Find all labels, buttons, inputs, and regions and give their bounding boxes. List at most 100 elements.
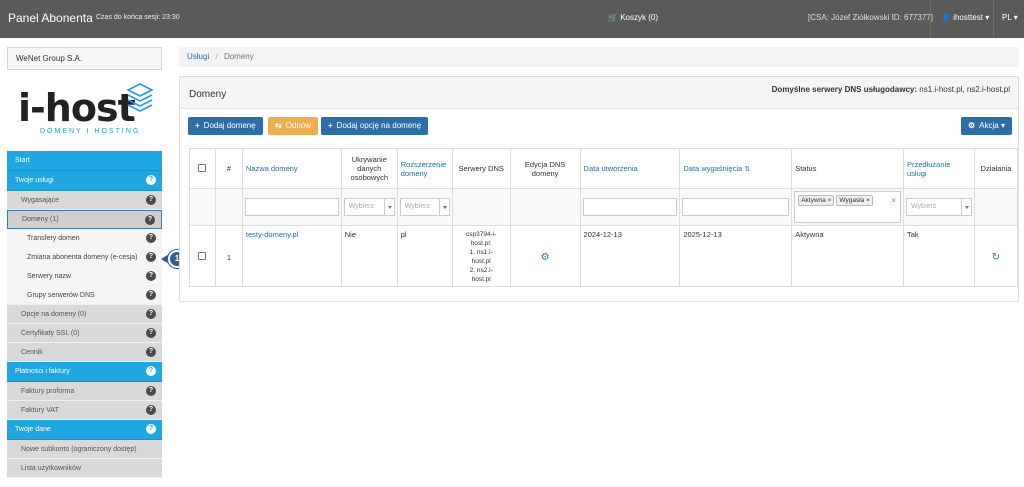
clear-status-icon[interactable]: ×: [891, 196, 896, 205]
header-status: Status: [791, 148, 904, 189]
layers-icon: [126, 83, 154, 112]
sidebar-item[interactable]: Grupy serwerów DNS?: [7, 286, 162, 305]
top-navbar: Panel Abonenta Czas do końca sesji: 23:3…: [0, 0, 1024, 38]
status-tag-label: Wygasła: [839, 197, 865, 204]
filter-cell: [189, 188, 216, 226]
sidebar-item[interactable]: Zmiana abonenta domeny (e-cesja)?: [7, 248, 162, 267]
header-expires[interactable]: Data wygaśnięcia ⇅: [679, 148, 793, 189]
help-icon[interactable]: ?: [146, 233, 156, 243]
extension-filter-placeholder: Wybierz: [404, 203, 430, 210]
remove-tag-icon[interactable]: ×: [866, 197, 870, 204]
user-menu[interactable]: 👤 ihosttest ▾: [941, 13, 989, 22]
add-domain-label: Dodaj domenę: [203, 121, 256, 130]
sidebar-item[interactable]: Opcje na domeny (0)?: [7, 305, 162, 324]
table-header-row: # Nazwa domeny Ukrywanie danych osobowyc…: [189, 148, 1019, 189]
help-icon[interactable]: ?: [146, 290, 156, 300]
sidebar-item[interactable]: Twoje dane?: [7, 420, 162, 440]
help-icon[interactable]: ?: [146, 195, 156, 205]
sidebar-item-label: Nowe subkonto (ograniczony dostęp): [21, 445, 137, 453]
domain-link[interactable]: testy-domeny.pl: [246, 230, 298, 239]
select-all-checkbox[interactable]: [198, 163, 207, 172]
expires-filter-input[interactable]: [682, 198, 790, 216]
row-select-cell[interactable]: [189, 225, 216, 287]
logo-wordmark: i-host: [18, 86, 136, 130]
header-expires-label: Data wygaśnięcia: [683, 164, 743, 173]
cart-link[interactable]: 🛒 Koszyk (0): [608, 13, 658, 22]
sidebar-nav: Start Twoje usługi? Wygasające? Domeny (1)?…: [7, 151, 162, 478]
sidebar-item[interactable]: Certyfikaty SSL (0)?: [7, 324, 162, 343]
plus-icon: +: [195, 121, 200, 130]
sidebar-item-label: Faktury proforma: [21, 387, 75, 395]
sidebar-item[interactable]: Płatności i faktury?: [7, 362, 162, 382]
sort-asc-icon[interactable]: ⇅: [744, 166, 750, 173]
sidebar-item[interactable]: Faktury proforma?: [7, 382, 162, 401]
refresh-icon[interactable]: ↻: [992, 252, 1000, 263]
add-domain-button[interactable]: + Dodaj domenę: [188, 117, 263, 135]
app-title[interactable]: Panel Abonenta: [8, 11, 93, 25]
row-actions-cell: ↻: [973, 225, 1019, 287]
company-name: WeNet Group S.A.: [7, 47, 162, 70]
header-select-all[interactable]: [189, 148, 216, 189]
help-icon[interactable]: ?: [146, 252, 156, 262]
sidebar-item-label: Twoje usługi: [15, 177, 54, 184]
sidebar-item[interactable]: Nowe subkonto (ograniczony dostęp): [7, 440, 162, 459]
dns-server-1-cont: host.pl: [471, 258, 491, 265]
sidebar-item[interactable]: Wygasające?: [7, 191, 162, 210]
breadcrumb-link-services[interactable]: Usługi: [187, 52, 209, 61]
domain-filter-input[interactable]: [244, 198, 339, 216]
remove-tag-icon[interactable]: ×: [828, 197, 832, 204]
breadcrumb-current: Domeny: [223, 52, 254, 61]
header-domain-name[interactable]: Nazwa domeny: [241, 148, 342, 189]
help-icon[interactable]: ?: [146, 405, 156, 415]
status-tag-expired[interactable]: Wygasła ×: [836, 195, 873, 206]
sidebar-item[interactable]: Serwery nazw?: [7, 267, 162, 286]
help-icon[interactable]: ?: [146, 309, 156, 319]
sidebar-item[interactable]: Cennik?: [7, 343, 162, 362]
filter-cell: [579, 188, 681, 226]
sidebar-item[interactable]: Start: [7, 151, 162, 171]
sidebar-item-label: Płatności i faktury: [15, 368, 70, 375]
chevron-down-icon: [383, 199, 394, 215]
header-extension[interactable]: Rozszerzenie domeny: [396, 148, 453, 189]
extend-filter-select[interactable]: Wybierz: [906, 198, 972, 216]
help-icon[interactable]: ?: [146, 347, 156, 357]
breadcrumb: Usługi / Domeny: [179, 47, 1019, 67]
header-extend[interactable]: Przedłużanie usługi: [903, 148, 975, 189]
sidebar-item[interactable]: Lista użytkowników: [7, 459, 162, 478]
cart-icon: 🛒: [608, 13, 618, 22]
help-icon[interactable]: ?: [146, 328, 156, 338]
navbar-divider: [993, 0, 994, 38]
filter-cell: [241, 188, 342, 226]
filter-cell: [973, 188, 1019, 226]
help-icon[interactable]: ?: [146, 271, 156, 281]
renew-button[interactable]: ⇆ Odnów: [268, 117, 319, 135]
language-menu[interactable]: PL ▾: [1002, 13, 1018, 22]
dns-group-name: csp3794-i-host.pl:: [466, 231, 497, 247]
help-icon[interactable]: ?: [145, 215, 155, 225]
sidebar-item[interactable]: Domeny (1)?: [7, 210, 162, 229]
user-icon: 👤: [941, 13, 951, 22]
created-filter-input[interactable]: [582, 198, 678, 216]
status-tag-active[interactable]: Aktywna ×: [798, 195, 835, 206]
i-host-logo[interactable]: i-host DOMENY I HOSTING: [14, 78, 159, 140]
header-created[interactable]: Data utworzenia: [579, 148, 681, 189]
add-option-button[interactable]: + Dodaj opcję na domenę: [321, 117, 429, 135]
sidebar-item[interactable]: Transfery domen?: [7, 229, 162, 248]
filter-cell: [679, 188, 793, 226]
help-icon[interactable]: ?: [146, 366, 156, 376]
sidebar-item[interactable]: Faktury VAT?: [7, 401, 162, 420]
cart-label: Koszyk (0): [620, 13, 658, 22]
extension-filter-select[interactable]: Wybierz: [399, 198, 450, 216]
help-icon[interactable]: ?: [146, 175, 156, 185]
row-checkbox[interactable]: [198, 252, 207, 260]
row-dns-edit-cell: ⚙: [509, 225, 581, 287]
privacy-filter-select[interactable]: Wybierz: [343, 198, 395, 216]
gear-icon[interactable]: ⚙: [541, 252, 550, 263]
help-icon[interactable]: ?: [146, 424, 156, 434]
chevron-down-icon: [960, 199, 971, 215]
sidebar-item-label: Transfery domen: [27, 234, 80, 242]
sidebar-item[interactable]: Twoje usługi?: [7, 171, 162, 191]
status-filter-multiselect[interactable]: Aktywna × Wygasła × ×: [794, 191, 901, 223]
help-icon[interactable]: ?: [146, 386, 156, 396]
action-dropdown-button[interactable]: ⚙ Akcja ▾: [961, 117, 1012, 135]
